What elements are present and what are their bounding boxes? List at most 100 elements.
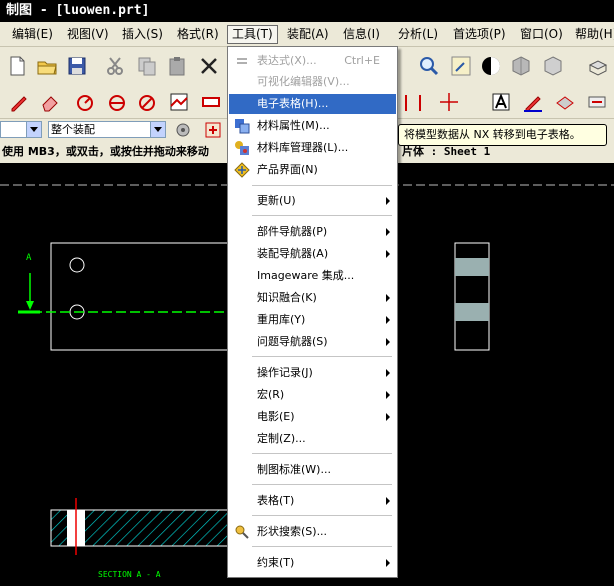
menu-item-label: 表格(T)	[257, 494, 295, 507]
open-folder-icon[interactable]	[34, 53, 60, 79]
menu-separator	[252, 515, 392, 516]
menu-item-customize[interactable]: 定制(Z)...	[229, 429, 396, 449]
submenu-arrow-icon	[386, 250, 390, 258]
menu-item-journal[interactable]: 操作记录(J)	[229, 363, 396, 383]
product-interface-icon	[234, 162, 250, 178]
menu-item-movie[interactable]: 电影(E)	[229, 407, 396, 427]
menu-item-shortcut: Ctrl+E	[344, 54, 380, 67]
view-orient-icon[interactable]	[584, 53, 610, 79]
menu-help[interactable]: 帮助(H)	[571, 25, 614, 44]
menu-analysis[interactable]: 分析(L)	[394, 25, 442, 44]
note-icon[interactable]	[488, 89, 514, 115]
menu-item-label: 更新(U)	[257, 194, 296, 207]
menu-item-knowledge-fusion[interactable]: 知识融合(K)	[229, 288, 396, 308]
render-style-icon[interactable]	[478, 53, 504, 79]
menu-item-material-properties[interactable]: 材料属性(M)...	[229, 116, 396, 136]
pen-note-icon[interactable]	[520, 89, 546, 115]
menu-item-expression[interactable]: 表达式(X)... Ctrl+E	[229, 51, 396, 71]
menu-bar: 编辑(E) 视图(V) 插入(S) 格式(R) 工具(T) 装配(A) 信息(I…	[0, 22, 614, 47]
menu-item-constraints[interactable]: 约束(T)	[229, 553, 396, 573]
menu-item-reuse-library[interactable]: 重用库(Y)	[229, 310, 396, 330]
weld-symbol-icon[interactable]	[584, 89, 610, 115]
menu-assembly[interactable]: 装配(A)	[283, 25, 333, 44]
axis-icon[interactable]	[400, 89, 426, 115]
submenu-arrow-icon	[386, 338, 390, 346]
section-view-icon[interactable]	[166, 89, 192, 115]
menu-preferences[interactable]: 首选项(P)	[449, 25, 510, 44]
menu-item-label: 定制(Z)...	[257, 432, 306, 445]
thread-band	[455, 258, 489, 276]
eraser-icon[interactable]	[38, 89, 64, 115]
menu-item-macro[interactable]: 宏(R)	[229, 385, 396, 405]
menu-item-spreadsheet[interactable]: 电子表格(H)...	[229, 94, 396, 114]
menu-item-visual-editor[interactable]: 可视化编辑器(V)...	[229, 72, 396, 92]
menu-edit[interactable]: 编辑(E)	[8, 25, 57, 44]
material-icon	[235, 119, 250, 134]
assembly-filter-combo[interactable]: 整个装配	[48, 121, 166, 138]
save-icon[interactable]	[64, 53, 90, 79]
front-view-body	[50, 242, 232, 351]
menu-item-material-library[interactable]: 材料库管理器(L)...	[229, 138, 396, 158]
menu-item-label: 制图标准(W)...	[257, 463, 331, 476]
section-letter: A	[26, 253, 32, 263]
type-filter-combo[interactable]	[0, 121, 42, 138]
zoom-window-icon[interactable]	[448, 53, 474, 79]
section-title: SECTION A - A	[98, 570, 161, 579]
menu-item-drafting-standard[interactable]: 制图标准(W)...	[229, 460, 396, 480]
menu-item-shape-search[interactable]: 形状搜索(S)...	[229, 522, 396, 542]
submenu-arrow-icon	[386, 228, 390, 236]
paste-icon[interactable]	[164, 53, 190, 79]
menu-tools[interactable]: 工具(T)	[227, 25, 278, 44]
menu-window[interactable]: 窗口(O)	[516, 25, 567, 44]
filter-snap-icon[interactable]	[200, 117, 226, 143]
menu-item-label: 电影(E)	[257, 410, 295, 423]
menu-insert[interactable]: 插入(S)	[118, 25, 167, 44]
menu-item-issue-navigator[interactable]: 问题导航器(S)	[229, 332, 396, 352]
menu-item-label: 操作记录(J)	[257, 366, 313, 379]
shaded-view-icon[interactable]	[508, 53, 534, 79]
menu-item-label: 表达式(X)...	[257, 54, 317, 67]
radius-dimension-icon[interactable]	[104, 89, 130, 115]
delete-icon[interactable]	[196, 53, 222, 79]
submenu-arrow-icon	[386, 294, 390, 302]
detail-view-icon[interactable]	[198, 89, 224, 115]
chevron-down-icon[interactable]	[150, 122, 165, 137]
menu-item-table[interactable]: 表格(T)	[229, 491, 396, 511]
feature-control-icon[interactable]	[552, 89, 578, 115]
menu-item-label: 形状搜索(S)...	[257, 525, 328, 538]
menu-item-product-interface[interactable]: 产品界面(N)	[229, 160, 396, 180]
menu-item-label: 产品界面(N)	[257, 163, 318, 176]
dimension-icon[interactable]	[72, 89, 98, 115]
new-file-icon[interactable]	[4, 53, 30, 79]
menu-item-label: 宏(R)	[257, 388, 285, 401]
menu-item-assembly-navigator[interactable]: 装配导航器(A)	[229, 244, 396, 264]
submenu-arrow-icon	[386, 197, 390, 205]
pencil-icon[interactable]	[6, 89, 32, 115]
hole-circle	[69, 257, 85, 273]
submenu-arrow-icon	[386, 391, 390, 399]
submenu-arrow-icon	[386, 497, 390, 505]
menu-item-imageware[interactable]: Imageware 集成...	[229, 266, 396, 286]
copy-icon[interactable]	[134, 53, 160, 79]
snap-settings-icon[interactable]	[170, 117, 196, 143]
chevron-down-icon[interactable]	[26, 122, 41, 137]
menu-item-part-navigator[interactable]: 部件导航器(P)	[229, 222, 396, 242]
shape-search-icon	[235, 525, 249, 539]
menu-item-label: 装配导航器(A)	[257, 247, 329, 260]
submenu-arrow-icon	[386, 413, 390, 421]
cut-icon[interactable]	[102, 53, 128, 79]
menu-item-label: 重用库(Y)	[257, 313, 306, 326]
menu-separator	[252, 215, 392, 216]
wireframe-view-icon[interactable]	[540, 53, 566, 79]
centerline-icon[interactable]	[436, 89, 462, 115]
diameter-dimension-icon[interactable]	[134, 89, 160, 115]
menu-item-label: 可视化编辑器(V)...	[257, 75, 350, 88]
menu-item-label: 问题导航器(S)	[257, 335, 328, 348]
menu-item-update[interactable]: 更新(U)	[229, 191, 396, 211]
menu-format[interactable]: 格式(R)	[173, 25, 223, 44]
menu-view[interactable]: 视图(V)	[63, 25, 113, 44]
submenu-arrow-icon	[386, 316, 390, 324]
zoom-icon[interactable]	[416, 53, 442, 79]
menu-info[interactable]: 信息(I)	[339, 25, 384, 44]
tooltip: 将模型数据从 NX 转移到电子表格。	[398, 124, 607, 146]
